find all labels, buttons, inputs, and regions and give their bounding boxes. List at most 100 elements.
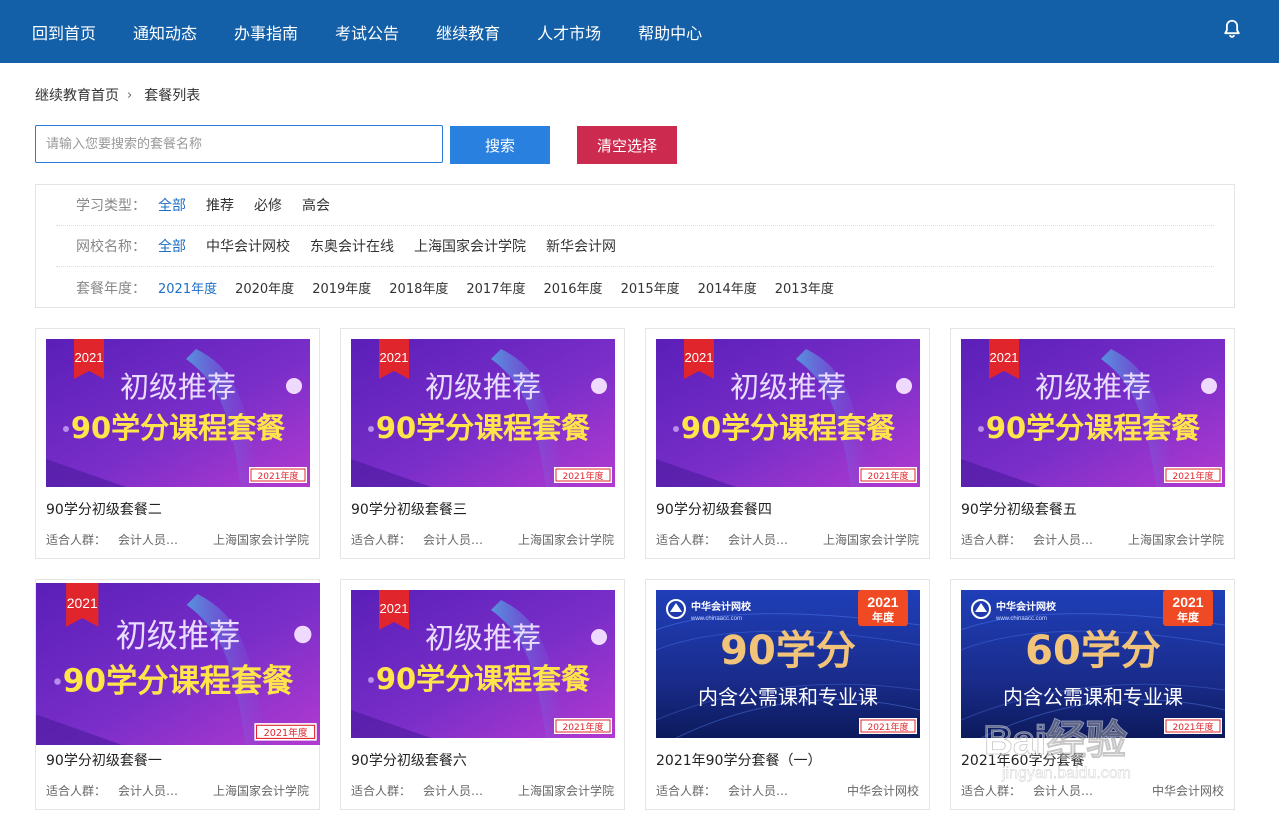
svg-text:2021年度: 2021年度 xyxy=(1173,721,1214,733)
package-banner-image: 2021 初级推荐 90学分课程套餐 2021年度 xyxy=(351,590,615,738)
filter-option-school-all[interactable]: 全部 xyxy=(158,236,186,256)
package-meta: 适合人群： 会计人员… 上海国家会计学院 xyxy=(961,531,1224,548)
package-thumbnail[interactable]: 2021 初级推荐 90学分课程套餐 2021年度 xyxy=(961,339,1225,487)
nav-item-help-center[interactable]: 帮助中心 xyxy=(638,20,702,44)
package-title[interactable]: 2021年90学分套餐（一） xyxy=(656,750,821,770)
filter-option-year-2014[interactable]: 2014年度 xyxy=(698,278,757,297)
package-thumbnail[interactable]: 2021 初级推荐 90学分课程套餐 2021年度 xyxy=(656,339,920,487)
filter-option-year-2017[interactable]: 2017年度 xyxy=(466,278,525,297)
svg-text:初级推荐: 初级推荐 xyxy=(116,618,241,654)
package-card[interactable]: 2021 初级推荐 90学分课程套餐 2021年度 90学分初级套餐一 适合人群… xyxy=(35,579,320,810)
search-input[interactable] xyxy=(35,125,443,163)
package-card[interactable]: 2021 初级推荐 90学分课程套餐 2021年度 90学分初级套餐二 适合人群… xyxy=(35,328,320,559)
package-title[interactable]: 90学分初级套餐三 xyxy=(351,499,467,519)
package-card[interactable]: 中华会计网校 www.chinaacc.com 2021 年度 60学分 内含公… xyxy=(950,579,1235,810)
svg-text:年度: 年度 xyxy=(1177,610,1200,624)
svg-text:内含公需课和专业课: 内含公需课和专业课 xyxy=(1003,685,1183,709)
package-thumbnail[interactable]: 2021 初级推荐 90学分课程套餐 2021年度 xyxy=(351,590,615,738)
filter-option-type-all[interactable]: 全部 xyxy=(158,195,186,215)
filter-label-type: 学习类型： xyxy=(76,198,146,214)
svg-text:内含公需课和专业课: 内含公需课和专业课 xyxy=(698,685,878,709)
nav-item-continuing-education[interactable]: 继续教育 xyxy=(436,20,500,44)
svg-text:www.chinaacc.com: www.chinaacc.com xyxy=(690,616,742,622)
filter-option-school-snai[interactable]: 上海国家会计学院 xyxy=(414,236,526,256)
package-card[interactable]: 中华会计网校 www.chinaacc.com 2021 年度 90学分 内含公… xyxy=(645,579,930,810)
nav-item-home[interactable]: 回到首页 xyxy=(32,20,96,44)
nav-item-guide[interactable]: 办事指南 xyxy=(234,20,298,44)
school-name: 上海国家会计学院 xyxy=(822,533,919,547)
school-name: 上海国家会计学院 xyxy=(212,784,309,798)
svg-text:2021: 2021 xyxy=(867,594,898,610)
nav-item-talent-market[interactable]: 人才市场 xyxy=(537,20,601,44)
svg-text:90学分课程套餐: 90学分课程套餐 xyxy=(71,411,286,445)
package-title[interactable]: 90学分初级套餐五 xyxy=(961,499,1077,519)
package-title[interactable]: 90学分初级套餐六 xyxy=(351,750,467,770)
package-card[interactable]: 2021 初级推荐 90学分课程套餐 2021年度 90学分初级套餐四 适合人群… xyxy=(645,328,930,559)
audience-value: 会计人员… xyxy=(728,533,789,547)
filter-row-year: 套餐年度： 2021年度 2020年度 2019年度 2018年度 2017年度… xyxy=(56,267,1214,308)
filter-option-type-recommended[interactable]: 推荐 xyxy=(206,195,234,215)
svg-text:中华会计网校: 中华会计网校 xyxy=(996,600,1057,613)
audience-value: 会计人员… xyxy=(118,533,179,547)
svg-text:90学分: 90学分 xyxy=(720,628,856,674)
audience-value: 会计人员… xyxy=(728,784,789,798)
breadcrumb-current: 套餐列表 xyxy=(144,88,201,104)
filter-option-school-dongao[interactable]: 东奥会计在线 xyxy=(310,236,394,256)
package-banner-image: 中华会计网校 www.chinaacc.com 2021 年度 60学分 内含公… xyxy=(961,590,1225,738)
filter-option-school-xinhua[interactable]: 新华会计网 xyxy=(546,236,616,256)
bell-icon[interactable] xyxy=(1221,18,1243,40)
svg-text:初级推荐: 初级推荐 xyxy=(1035,370,1151,404)
package-thumbnail[interactable]: 2021 初级推荐 90学分课程套餐 2021年度 xyxy=(351,339,615,487)
svg-text:90学分课程套餐: 90学分课程套餐 xyxy=(63,662,294,699)
svg-text:2021: 2021 xyxy=(380,601,409,616)
package-card[interactable]: 2021 初级推荐 90学分课程套餐 2021年度 90学分初级套餐三 适合人群… xyxy=(340,328,625,559)
svg-text:2021年度: 2021年度 xyxy=(868,721,909,733)
package-banner-image: 2021 初级推荐 90学分课程套餐 2021年度 xyxy=(36,583,320,745)
breadcrumb-home-link[interactable]: 继续教育首页 xyxy=(35,85,119,105)
svg-text:初级推荐: 初级推荐 xyxy=(120,370,236,404)
audience-label: 适合人群： xyxy=(46,784,107,798)
package-title[interactable]: 90学分初级套餐四 xyxy=(656,499,772,519)
package-thumbnail[interactable]: 中华会计网校 www.chinaacc.com 2021 年度 90学分 内含公… xyxy=(656,590,920,738)
audience-label: 适合人群： xyxy=(656,533,717,547)
svg-text:90学分课程套餐: 90学分课程套餐 xyxy=(681,411,896,445)
package-thumbnail[interactable]: 中华会计网校 www.chinaacc.com 2021 年度 60学分 内含公… xyxy=(961,590,1225,738)
filter-option-year-2015[interactable]: 2015年度 xyxy=(621,278,680,297)
breadcrumb: 继续教育首页 › 套餐列表 xyxy=(35,85,200,105)
audience-label: 适合人群： xyxy=(46,533,107,547)
filter-option-year-2019[interactable]: 2019年度 xyxy=(312,278,371,297)
package-title[interactable]: 90学分初级套餐二 xyxy=(46,499,162,519)
filter-option-year-2013[interactable]: 2013年度 xyxy=(775,278,834,297)
package-card[interactable]: 2021 初级推荐 90学分课程套餐 2021年度 90学分初级套餐六 适合人群… xyxy=(340,579,625,810)
svg-text:2021: 2021 xyxy=(380,350,409,365)
audience-label: 适合人群： xyxy=(351,784,412,798)
audience-label: 适合人群： xyxy=(961,533,1022,547)
package-thumbnail[interactable]: 2021 初级推荐 90学分课程套餐 2021年度 xyxy=(36,583,320,745)
search-button[interactable]: 搜索 xyxy=(450,126,550,164)
package-card[interactable]: 2021 初级推荐 90学分课程套餐 2021年度 90学分初级套餐五 适合人群… xyxy=(950,328,1235,559)
svg-text:年度: 年度 xyxy=(872,610,895,624)
nav-item-exams[interactable]: 考试公告 xyxy=(335,20,399,44)
filter-option-school-chinaacc[interactable]: 中华会计网校 xyxy=(206,236,290,256)
filter-option-type-required[interactable]: 必修 xyxy=(254,195,282,215)
package-banner-image: 2021 初级推荐 90学分课程套餐 2021年度 xyxy=(46,339,310,487)
svg-text:中华会计网校: 中华会计网校 xyxy=(691,600,752,613)
clear-selection-button[interactable]: 清空选择 xyxy=(577,126,677,164)
school-name: 上海国家会计学院 xyxy=(1127,533,1224,547)
svg-text:2021年度: 2021年度 xyxy=(563,721,604,733)
nav-item-notices[interactable]: 通知动态 xyxy=(133,20,197,44)
svg-text:初级推荐: 初级推荐 xyxy=(425,370,541,404)
package-meta: 适合人群： 会计人员… 上海国家会计学院 xyxy=(351,782,614,799)
filter-option-year-2018[interactable]: 2018年度 xyxy=(389,278,448,297)
package-title[interactable]: 90学分初级套餐一 xyxy=(46,750,162,770)
svg-text:初级推荐: 初级推荐 xyxy=(730,370,846,404)
filter-option-year-2016[interactable]: 2016年度 xyxy=(543,278,602,297)
filter-option-type-senior[interactable]: 高会 xyxy=(302,195,330,215)
audience-value: 会计人员… xyxy=(1033,533,1094,547)
package-thumbnail[interactable]: 2021 初级推荐 90学分课程套餐 2021年度 xyxy=(46,339,310,487)
filter-option-year-2021[interactable]: 2021年度 xyxy=(158,278,217,297)
svg-text:2021: 2021 xyxy=(990,350,1019,365)
svg-text:初级推荐: 初级推荐 xyxy=(425,621,541,655)
filter-option-year-2020[interactable]: 2020年度 xyxy=(235,278,294,297)
package-title[interactable]: 2021年60学分套餐 xyxy=(961,750,1084,770)
